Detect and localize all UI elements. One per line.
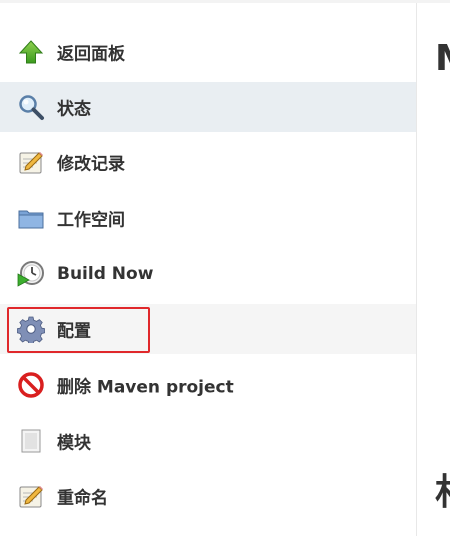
sidebar-item-label: 状态 xyxy=(57,99,91,120)
sidebar-item-modules[interactable]: 模块 xyxy=(0,416,416,466)
sidebar-item-label: Build Now xyxy=(57,264,154,284)
sidebar-item-label: 重命名 xyxy=(57,488,108,509)
search-icon xyxy=(19,95,44,120)
clock-play-icon xyxy=(17,261,44,287)
up-arrow-icon xyxy=(18,40,44,64)
page-title: M xyxy=(435,39,450,79)
sidebar-item-label: 工作空间 xyxy=(57,210,125,231)
sidebar-item-changes[interactable]: 修改记录 xyxy=(0,137,416,187)
sidebar-item-back-to-dashboard[interactable]: 返回面板 xyxy=(0,27,416,77)
document-icon xyxy=(21,429,41,453)
sidebar-item-label: 返回面板 xyxy=(57,44,125,65)
sidebar-item-status[interactable]: 状态 xyxy=(0,82,416,132)
sidebar-item-build-now[interactable]: Build Now xyxy=(0,249,416,299)
folder-icon xyxy=(18,210,44,229)
side-panel-tasks: 返回面板 状态 修改记录 工作空间 Build Now 配置 删除 Maven … xyxy=(0,3,416,536)
sidebar-item-delete-project[interactable]: 删除 Maven project xyxy=(0,360,416,410)
main-panel: M 村 xyxy=(417,3,450,536)
sidebar-item-label: 修改记录 xyxy=(57,154,125,175)
sidebar-item-workspace[interactable]: 工作空间 xyxy=(0,193,416,243)
notepad-icon xyxy=(19,152,43,174)
sidebar-item-label: 配置 xyxy=(57,321,91,342)
section-heading: 村 xyxy=(435,473,450,513)
sidebar-item-label: 删除 Maven project xyxy=(57,377,234,398)
sidebar-item-configure[interactable]: 配置 xyxy=(0,304,416,354)
sidebar-item-label: 模块 xyxy=(57,433,91,454)
sidebar-item-rename[interactable]: 重命名 xyxy=(0,471,416,521)
notepad-icon xyxy=(19,486,43,508)
gear-icon xyxy=(17,316,45,343)
no-entry-icon xyxy=(18,372,44,398)
